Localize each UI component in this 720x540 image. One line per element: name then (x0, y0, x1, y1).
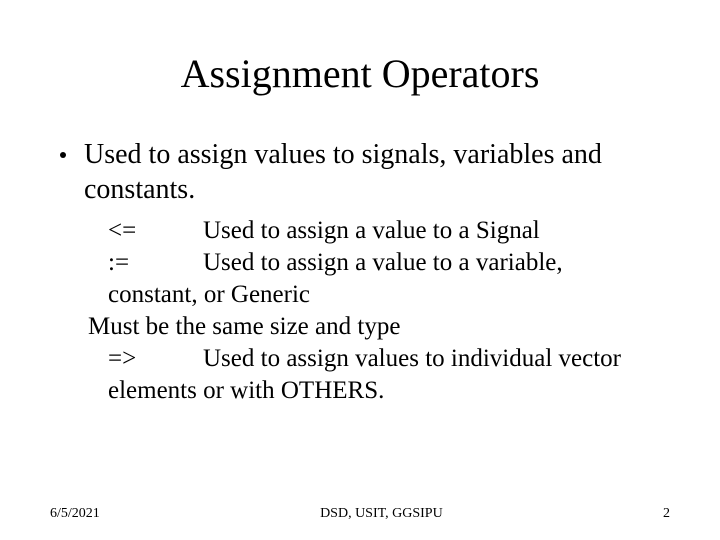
operator-variable: :=Used to assign a value to a variable, … (108, 247, 650, 311)
operator-desc: Used to assign a value to a Signal (203, 217, 540, 244)
operator-symbol: <= (108, 215, 203, 247)
slide-footer: 6/5/2021 DSD, USIT, GGSIPU 2 (50, 506, 670, 522)
operator-list: <=Used to assign a value to a Signal :=U… (60, 215, 660, 407)
bullet-text: Used to assign values to signals, variab… (84, 137, 660, 207)
footer-date: 6/5/2021 (50, 506, 100, 522)
operator-symbol: => (108, 343, 203, 375)
operator-signal: <=Used to assign a value to a Signal (108, 215, 650, 247)
slide-title: Assignment Operators (50, 50, 670, 97)
operator-vector: =>Used to assign values to individual ve… (108, 343, 650, 407)
operator-note: Must be the same size and type (88, 311, 650, 343)
slide-content: Used to assign values to signals, variab… (50, 137, 670, 407)
operator-symbol: := (108, 247, 203, 279)
footer-center: DSD, USIT, GGSIPU (100, 506, 663, 522)
footer-page-number: 2 (663, 506, 670, 522)
bullet-dot-icon (60, 152, 66, 158)
bullet-item: Used to assign values to signals, variab… (60, 137, 660, 207)
